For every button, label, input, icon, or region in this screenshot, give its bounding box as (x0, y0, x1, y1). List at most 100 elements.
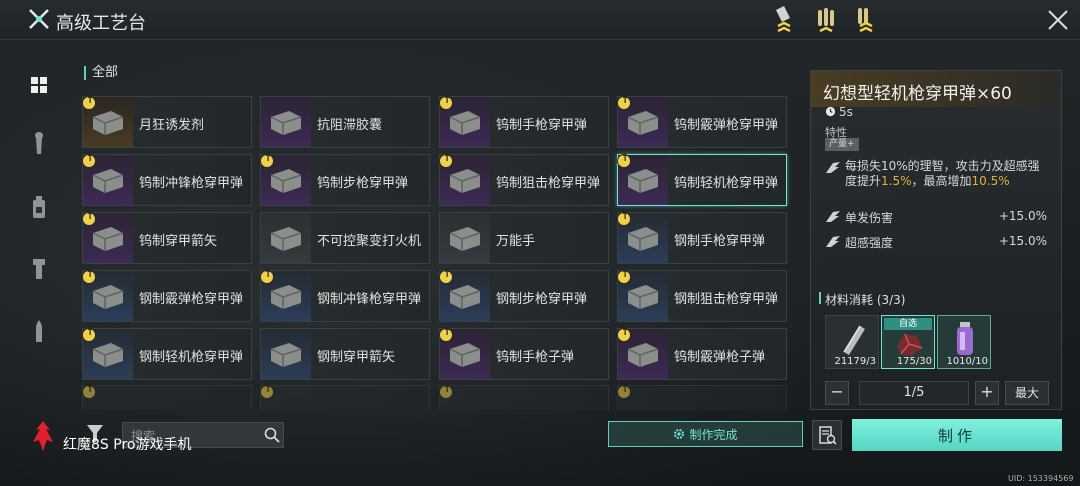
upgrade-arrow-icon (617, 269, 631, 284)
vial-icon (957, 322, 973, 355)
nav-tools[interactable] (24, 128, 54, 158)
recipe-item-partial[interactable] (260, 384, 430, 410)
recipe-item[interactable]: 钢制冲锋枪穿甲弹 (260, 269, 430, 322)
recipe-item[interactable]: 钨制手枪子弹 (439, 327, 609, 380)
recipe-item[interactable]: 钢制霰弹枪穿甲弹 (82, 269, 252, 322)
recipe-item[interactable]: 钢制穿甲箭矢 (260, 328, 430, 380)
upgrade-arrow-icon (617, 327, 631, 342)
detail-title-bar: 幻想型轻机枪穿甲弹×60 (811, 71, 1061, 107)
search-icon[interactable] (264, 427, 280, 443)
recipe-item-partial[interactable] (617, 384, 787, 410)
ammo-type-2-icon[interactable] (812, 4, 842, 36)
recipe-item-name: 不可控聚变打火机 (317, 234, 422, 249)
item-image-icon (270, 285, 302, 309)
recipe-item-name: 月狂诱发剂 (139, 118, 205, 133)
increase-button[interactable]: + (975, 381, 999, 405)
damage-wing-icon (826, 211, 840, 222)
stat-row: 超感强度 +15.0% (825, 233, 1047, 251)
upgrade-arrow-icon (439, 95, 453, 110)
recipe-item[interactable]: 钨制霰弹枪穿甲弹 (617, 95, 787, 148)
wrench-icon (35, 132, 43, 154)
recipe-item-name: 钨制轻机枪穿甲弹 (674, 176, 779, 191)
recipe-item-partial[interactable] (439, 384, 609, 410)
material-slot[interactable]: 1010/10 (937, 315, 991, 369)
recipe-item[interactable]: 钨制霰弹枪子弹 (617, 327, 787, 380)
item-image-icon (449, 285, 481, 309)
sense-wing-icon (826, 236, 840, 247)
quantity-field[interactable]: 1/5 (859, 381, 969, 405)
recipe-item-name: 钢制狙击枪穿甲弹 (674, 292, 779, 307)
recipe-item[interactable]: 钨制穿甲箭矢 (82, 211, 252, 264)
recipe-item-name: 钨制霰弹枪子弹 (674, 350, 766, 365)
red-magic-logo-icon (33, 421, 53, 451)
item-image-icon (92, 169, 124, 193)
recipe-item[interactable]: 钨制冲锋枪穿甲弹 (82, 153, 252, 206)
recipe-item-name: 钨制霰弹枪穿甲弹 (674, 118, 779, 133)
recipe-item[interactable]: 月狂诱发剂 (82, 95, 252, 148)
recipe-item[interactable]: 钢制手枪穿甲弹 (617, 211, 787, 264)
recipe-item[interactable]: 钨制手枪穿甲弹 (439, 95, 609, 148)
nav-ammo[interactable] (24, 316, 54, 346)
recipe-item[interactable]: 钨制狙击枪穿甲弹 (439, 153, 609, 206)
trait-desc-text-2: ，最高增加 (911, 174, 972, 188)
recipe-item-name: 钨制狙击枪穿甲弹 (496, 176, 601, 191)
recipe-item[interactable]: 钢制步枪穿甲弹 (439, 269, 609, 322)
close-icon[interactable] (1046, 8, 1070, 32)
recipe-item-name: 钨制步枪穿甲弹 (317, 176, 409, 191)
upgrade-arrow-icon (260, 269, 274, 284)
recipe-thumbnail (261, 329, 311, 379)
recipe-item[interactable]: 钨制轻机枪穿甲弹 (617, 153, 787, 206)
item-image-icon (92, 343, 124, 367)
nav-devices[interactable] (24, 254, 54, 284)
upgrade-arrow-icon (439, 327, 453, 342)
trait-wing-icon (826, 162, 840, 173)
craft-button[interactable]: 制作 (852, 419, 1062, 451)
recipe-item-name: 钨制穿甲箭矢 (139, 234, 218, 249)
material-qty: 175/30 (896, 356, 932, 367)
item-image-icon (627, 169, 659, 193)
craft-complete-button[interactable]: 制作完成 (608, 421, 803, 447)
metal-rod-icon (843, 325, 865, 355)
recipe-item-name: 钢制穿甲箭矢 (317, 350, 396, 365)
craft-time-value: 5s (839, 105, 853, 119)
nav-all-grid[interactable] (24, 70, 54, 100)
stat-row: 单发伤害 +15.0% (825, 208, 1047, 226)
item-image-icon (449, 343, 481, 367)
recipe-item[interactable]: 不可控聚变打火机 (260, 212, 430, 264)
recipe-item-name: 抗阻滞胶囊 (317, 118, 383, 133)
recipe-item[interactable]: 钢制轻机枪穿甲弹 (82, 327, 252, 380)
upgrade-arrow-icon (617, 95, 631, 110)
recipe-book-button[interactable] (812, 420, 842, 450)
trait-tag: 产量+ (825, 138, 859, 151)
decrease-button[interactable]: − (825, 381, 849, 405)
item-image-icon (92, 227, 124, 251)
upgrade-arrow-icon (439, 269, 453, 284)
stat-value: +15.0% (998, 209, 1047, 223)
craft-complete-label: 制作完成 (689, 427, 738, 442)
recipe-item[interactable]: 钢制狙击枪穿甲弹 (617, 269, 787, 322)
item-image-icon (449, 111, 481, 135)
header: 高级工艺台 (0, 0, 1080, 40)
item-image-icon (627, 227, 659, 251)
item-image-icon (270, 343, 302, 367)
stat-label: 单发伤害 (845, 211, 894, 225)
max-button[interactable]: 最大 (1005, 381, 1049, 405)
trait-highlight-1: 1.5% (881, 174, 912, 188)
recipe-item[interactable]: 钨制步枪穿甲弹 (260, 153, 430, 206)
upgrade-arrow-icon (82, 153, 96, 168)
page-title: 高级工艺台 (56, 13, 146, 34)
ammo-type-3-icon[interactable] (852, 4, 882, 36)
ammo-type-1-icon[interactable] (770, 4, 800, 36)
recipe-item[interactable]: 抗阻滞胶囊 (260, 96, 430, 148)
nav-consumables[interactable] (24, 192, 54, 222)
material-slot[interactable]: 21179/3 (825, 315, 879, 369)
recipe-list: 全部 月狂诱发剂 抗阻滞胶囊 钨制手枪穿甲弹 钨制霰弹枪穿甲弹钨制冲锋枪穿甲弹 钨制步枪… (78, 60, 796, 410)
recipe-item-partial[interactable] (82, 384, 252, 410)
recipe-item[interactable]: 万能手 (439, 212, 609, 264)
upgrade-arrow-icon (260, 153, 274, 168)
item-image-icon (627, 111, 659, 135)
material-slot[interactable]: 自选 175/30 (881, 315, 935, 369)
upgrade-arrow-icon (617, 153, 631, 168)
upgrade-arrow-icon (617, 384, 631, 399)
item-image-icon (627, 285, 659, 309)
